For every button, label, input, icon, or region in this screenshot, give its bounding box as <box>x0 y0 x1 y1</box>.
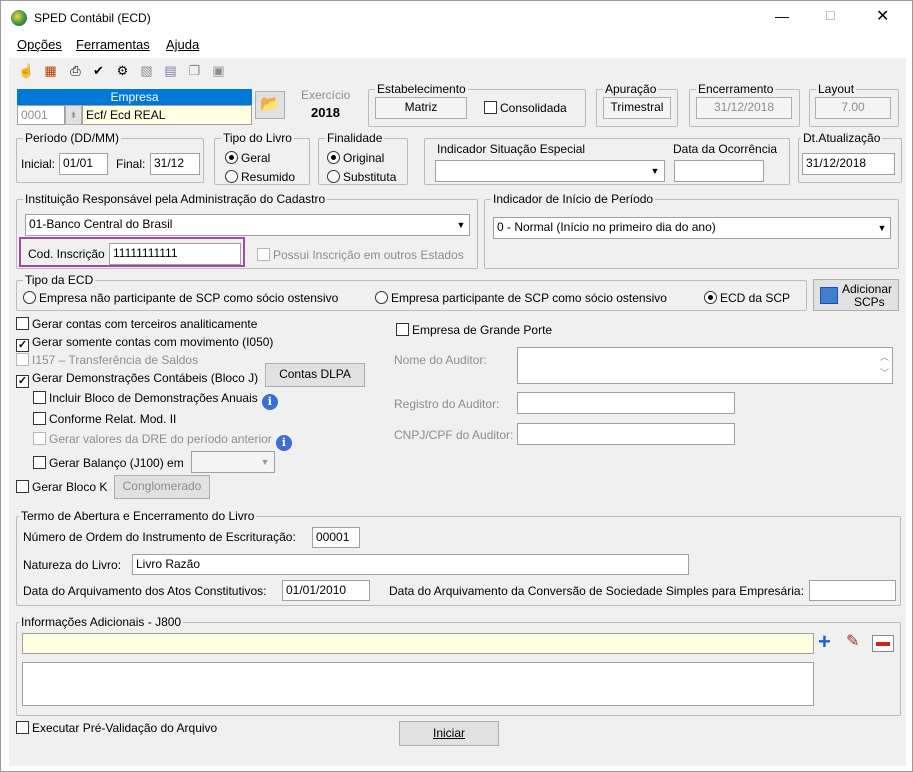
inicial-input[interactable]: 01/01 <box>59 153 108 175</box>
open-folder-button[interactable]: 📂 <box>255 91 285 119</box>
company-icon[interactable]: ▦ <box>41 61 60 80</box>
substituta-radio[interactable]: Substituta <box>327 170 396 185</box>
conglomerado-button[interactable]: Conglomerado <box>114 475 210 499</box>
grande-porte-checkbox[interactable]: Empresa de Grande Porte <box>396 323 552 338</box>
export-icon[interactable]: ▣ <box>209 61 228 80</box>
consolidada-checkbox[interactable]: Consolidada <box>484 101 567 116</box>
movimento-checkbox[interactable]: ✓ Gerar somente contas com movimento (I05… <box>16 335 273 352</box>
registro-auditor-input[interactable] <box>517 392 735 414</box>
i157-checkbox[interactable]: I157 – Transferência de Saldos <box>16 353 198 368</box>
apuracao-value: Trimestral <box>603 97 671 119</box>
incluir-bloco-checkbox[interactable]: Incluir Bloco de Demonstrações Anuais i <box>33 391 278 410</box>
conversao-input[interactable] <box>809 580 896 601</box>
nome-auditor-input[interactable]: ︿ ﹀ <box>517 347 893 384</box>
balanco-checkbox[interactable]: Gerar Balanço (J100) em <box>33 456 184 471</box>
resumido-radio[interactable]: Resumido <box>225 170 295 185</box>
inicio-periodo-dropdown-icon[interactable]: ▼ <box>874 218 890 238</box>
menu-bar: Opções Ferramentas Ajuda <box>9 35 906 57</box>
cod-inscricao-label: Cod. Inscrição <box>28 247 105 261</box>
cnpj-auditor-input[interactable] <box>517 423 735 445</box>
terceiros-checkbox[interactable]: Gerar contas com terceiros analiticament… <box>16 317 257 332</box>
empresa-name[interactable]: Ecf/ Ecd REAL <box>82 105 252 125</box>
natureza-label: Natureza do Livro: <box>23 558 122 572</box>
remove-icon[interactable] <box>872 635 894 652</box>
iniciar-button[interactable]: Iniciar <box>399 721 499 746</box>
menu-ajuda[interactable]: Ajuda <box>166 37 199 52</box>
info-adicionais-text[interactable] <box>22 662 814 706</box>
situacao-select[interactable]: ▼ <box>435 160 665 182</box>
add-icon[interactable]: + <box>818 631 831 653</box>
geral-radio[interactable]: Geral <box>225 151 270 166</box>
copy-icon[interactable]: ❐ <box>185 61 204 80</box>
arquivamento-label: Data do Arquivamento dos Atos Constituti… <box>23 584 267 598</box>
tipo-ecd-scp-radio[interactable]: ECD da SCP <box>704 291 790 306</box>
natureza-input[interactable]: Livro Razão <box>132 554 689 575</box>
print-icon[interactable]: ⎙ <box>66 61 85 80</box>
encerramento-value: 31/12/2018 <box>696 97 792 119</box>
title-bar: SPED Contábil (ECD) — □ ✕ <box>1 1 912 35</box>
possui-inscricao-checkbox[interactable]: Possui Inscrição em outros Estados <box>257 248 464 263</box>
dt-atualizacao-input[interactable]: 31/12/2018 <box>802 153 895 175</box>
menu-ferramentas[interactable]: Ferramentas <box>76 37 150 52</box>
main-window: SPED Contábil (ECD) — □ ✕ Opções Ferrame… <box>0 0 913 772</box>
layout-value: 7.00 <box>815 97 891 119</box>
info-icon[interactable]: i <box>275 435 292 451</box>
tipo-ecd-participante-radio[interactable]: Empresa participante de SCP como sócio o… <box>375 291 667 306</box>
edit-icon[interactable]: ✎ <box>846 633 859 651</box>
pre-validacao-checkbox[interactable]: Executar Pré-Validação do Arquivo <box>16 721 217 736</box>
nome-auditor-label: Nome do Auditor: <box>394 353 487 367</box>
exercicio-value: 2018 <box>311 105 340 120</box>
scroll-up-icon[interactable]: ︿ <box>880 350 889 365</box>
cod-inscricao-input[interactable]: 11111111111 <box>109 243 241 265</box>
hand-icon[interactable]: ☝ <box>17 61 36 80</box>
demonstracoes-checkbox[interactable]: ✓ Gerar Demonstrações Contábeis (Bloco J) <box>16 371 258 388</box>
final-label: Final: <box>116 157 146 171</box>
maximize-button[interactable]: □ <box>826 8 834 23</box>
data-ocorrencia-input[interactable] <box>674 160 764 182</box>
estabelecimento-value: Matriz <box>375 97 467 119</box>
menu-opcoes[interactable]: Opções <box>17 37 62 52</box>
spreadsheet-icon <box>820 287 838 304</box>
arquivamento-input[interactable]: 01/01/2010 <box>282 580 370 601</box>
minimize-button[interactable]: — <box>775 9 789 24</box>
contas-dlpa-button[interactable]: Contas DLPA <box>265 363 365 387</box>
empresa-code[interactable]: 0001 <box>17 105 65 125</box>
final-input[interactable]: 31/12 <box>150 153 200 175</box>
validate-icon[interactable]: ▧ <box>137 61 156 80</box>
instituicao-dropdown-icon[interactable]: ▼ <box>453 215 469 235</box>
app-icon <box>11 10 27 26</box>
empresa-search-button[interactable]: ⇟ <box>65 105 82 125</box>
numero-ordem-input[interactable]: 00001 <box>312 527 360 548</box>
bloco-k-checkbox[interactable]: Gerar Bloco K <box>16 480 107 495</box>
numero-ordem-label: Número de Ordem do Instrumento de Escrit… <box>23 530 296 544</box>
data-ocorrencia-label: Data da Ocorrência <box>673 142 778 156</box>
conversao-label: Data do Arquivamento da Conversão de Soc… <box>389 584 804 598</box>
registro-auditor-label: Registro do Auditor: <box>394 397 500 411</box>
adicionar-scps-button[interactable]: Adicionar SCPs <box>813 279 899 311</box>
exercicio-label: Exercício <box>301 88 351 102</box>
tipo-ecd-nao-participante-radio[interactable]: Empresa não participante de SCP como sóc… <box>23 291 338 306</box>
inicio-periodo-select[interactable]: 0 - Normal (Início no primeiro dia do an… <box>493 217 891 239</box>
empresa-header: Empresa <box>17 89 252 105</box>
situacao-label: Indicador Situação Especial <box>437 142 586 156</box>
tools-icon[interactable]: ⚙ <box>113 61 132 80</box>
conforme-checkbox[interactable]: Conforme Relat. Mod. II <box>33 412 176 427</box>
gerar-dre-checkbox[interactable]: Gerar valores da DRE do período anterior… <box>33 432 292 451</box>
toolbar: ☝ ▦ ⎙ ✔ ⚙ ▧ ▤ ❐ ▣ <box>9 58 906 83</box>
book-icon[interactable]: ▤ <box>161 61 180 80</box>
cnpj-auditor-label: CNPJ/CPF do Auditor: <box>394 428 514 442</box>
close-button[interactable]: ✕ <box>876 9 889 25</box>
inicial-label: Inicial: <box>21 157 56 171</box>
info-adicionais-select[interactable] <box>22 633 814 654</box>
scps-label: SCPs <box>854 295 885 309</box>
balanco-select[interactable]: ▼ <box>191 451 275 473</box>
check-icon[interactable]: ✔ <box>89 61 108 80</box>
original-radio[interactable]: Original <box>327 151 384 166</box>
window-title: SPED Contábil (ECD) <box>34 11 151 25</box>
info-icon[interactable]: i <box>261 394 278 410</box>
scroll-down-icon[interactable]: ﹀ <box>880 366 889 381</box>
instituicao-select[interactable]: 01-Banco Central do Brasil <box>25 214 470 236</box>
